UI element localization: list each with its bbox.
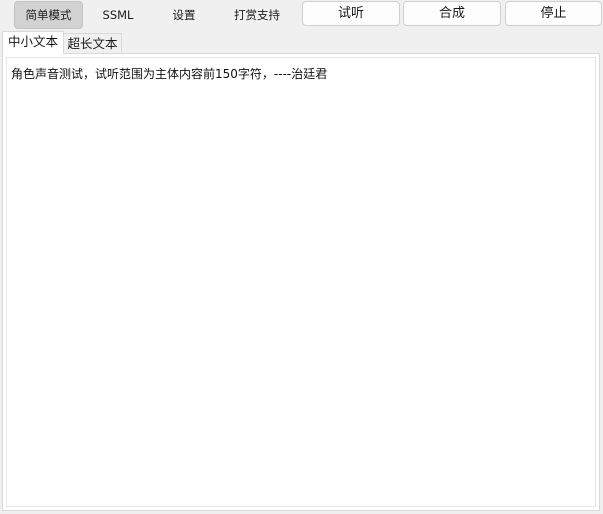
tab-short-text[interactable]: 中小文本 [2, 31, 64, 54]
tab-ssml[interactable]: SSML [86, 1, 150, 29]
stop-button[interactable]: 停止 [505, 1, 602, 26]
synthesize-button[interactable]: 合成 [403, 1, 501, 26]
text-editor-panel: 角色声音测试，试听范围为主体内容前150字符，----治廷君 [2, 53, 600, 511]
audition-button[interactable]: 试听 [302, 1, 400, 26]
editor-text: 角色声音测试，试听范围为主体内容前150字符，----治廷君 [11, 67, 328, 81]
tab-donate[interactable]: 打赏支持 [218, 1, 296, 29]
tab-long-text[interactable]: 超长文本 [64, 33, 122, 54]
app-window: 简单模式 SSML 设置 打赏支持 试听 合成 停止 中小文本 超长文本 角色声… [0, 0, 603, 514]
text-editor[interactable]: 角色声音测试，试听范围为主体内容前150字符，----治廷君 [6, 57, 596, 507]
tab-simple-mode[interactable]: 简单模式 [14, 1, 83, 29]
tab-settings[interactable]: 设置 [152, 1, 216, 29]
